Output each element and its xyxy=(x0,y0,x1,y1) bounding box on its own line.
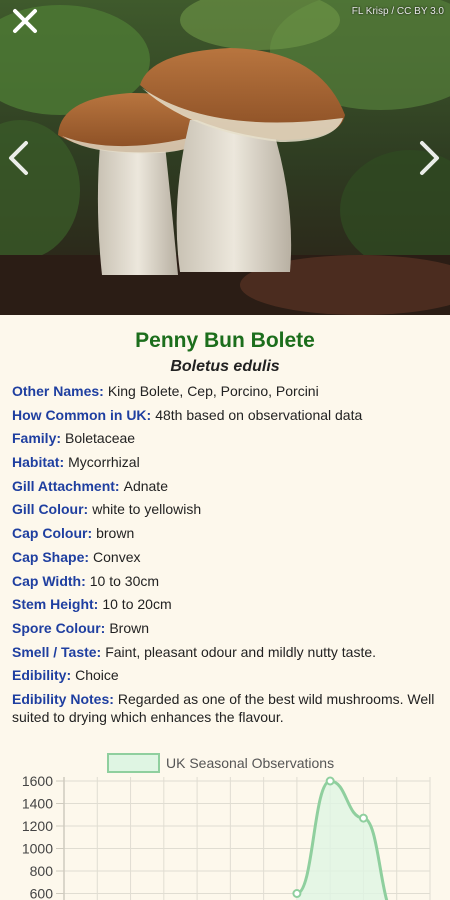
data-point[interactable] xyxy=(358,813,368,823)
detail-label: Cap Width: xyxy=(12,572,86,589)
detail-value: Adnate xyxy=(123,477,168,494)
previous-photo-button[interactable] xyxy=(6,140,30,176)
detail-value: Convex xyxy=(93,548,141,565)
mushroom-photo-image xyxy=(0,0,450,315)
detail-label: Cap Shape: xyxy=(12,548,90,565)
legend-swatch[interactable] xyxy=(107,753,160,773)
detail-label: Other Names: xyxy=(12,383,104,399)
y-tick-label: 1600 xyxy=(22,773,53,789)
detail-label: Habitat: xyxy=(12,454,65,471)
detail-value: 10 to 20cm xyxy=(102,596,172,613)
y-tick-label: 1000 xyxy=(22,841,53,857)
data-point[interactable] xyxy=(325,776,335,786)
detail-label: Gill Attachment: xyxy=(12,477,120,494)
detail-value: brown xyxy=(96,525,135,542)
details-list: Other Names: King Bolete, Cep, Porcino, P… xyxy=(0,382,450,726)
detail-row: Gill Colour: white to yellowish xyxy=(12,500,438,518)
detail-row: Edibility: Choice xyxy=(12,666,438,684)
close-button[interactable] xyxy=(10,6,40,36)
chart-svg: UK Seasonal Observations 1600 1400 1200 1000… xyxy=(22,753,431,900)
detail-value: King Bolete, Cep, Porcino, Porcini xyxy=(107,383,319,399)
detail-value: 10 to 30cm xyxy=(89,572,160,589)
species-details-panel: Penny Bun Bolete Boletus edulis Other Na… xyxy=(0,315,450,726)
detail-value: Boletaceae xyxy=(65,430,136,447)
detail-row: Family: Boletaceae xyxy=(12,429,438,447)
close-icon xyxy=(13,9,37,33)
chevron-right-icon xyxy=(420,141,439,175)
detail-label: Edibility Notes: xyxy=(12,690,114,707)
detail-row: Cap Colour: brown xyxy=(12,524,438,542)
detail-label: Family: xyxy=(12,430,62,447)
y-tick-label: 600 xyxy=(30,886,54,900)
y-tick-label: 1200 xyxy=(22,818,53,834)
legend-label: UK Seasonal Observations xyxy=(166,755,334,771)
seasonal-observations-chart: UK Seasonal Observations 1600 1400 1200 1000… xyxy=(0,745,450,900)
photo-credit: FL Krisp / CC BY 3.0 xyxy=(351,6,444,17)
detail-row: Gill Attachment: Adnate xyxy=(12,477,438,495)
detail-label: Spore Colour: xyxy=(12,619,106,636)
detail-row: Cap Width: 10 to 30cm xyxy=(12,572,438,590)
detail-value: Mycorrhizal xyxy=(68,454,140,471)
detail-value: Choice xyxy=(75,667,119,684)
detail-label: How Common in UK: xyxy=(12,406,152,423)
detail-row: Smell / Taste: Faint, pleasant odour and … xyxy=(12,643,438,661)
species-photo: FL Krisp / CC BY 3.0 xyxy=(0,0,450,315)
chevron-left-icon xyxy=(9,141,28,175)
detail-row: Edibility Notes: Regarded as one of the b… xyxy=(12,690,438,726)
detail-row: How Common in UK: 48th based on observati… xyxy=(12,406,438,424)
y-tick-label: 1400 xyxy=(22,796,53,812)
detail-value: Brown xyxy=(109,619,150,636)
detail-row: Cap Shape: Convex xyxy=(12,548,438,566)
detail-label: Edibility: xyxy=(12,667,72,684)
data-point[interactable] xyxy=(292,889,302,898)
detail-row: Other Names: King Bolete, Cep, Porcino, P… xyxy=(12,382,438,400)
detail-label: Cap Colour: xyxy=(12,525,93,542)
detail-value: 48th based on observational data xyxy=(155,406,363,423)
detail-value: white to yellowish xyxy=(92,501,202,518)
detail-row: Stem Height: 10 to 20cm xyxy=(12,595,438,613)
detail-label: Smell / Taste: xyxy=(12,643,102,660)
next-photo-button[interactable] xyxy=(418,140,442,176)
detail-value: Faint, pleasant odour and mildly nutty t… xyxy=(105,643,377,660)
latin-name-subtitle: Boletus edulis xyxy=(170,358,280,375)
common-name-title: Penny Bun Bolete xyxy=(135,329,315,352)
detail-row: Habitat: Mycorrhizal xyxy=(12,453,438,471)
y-tick-label: 800 xyxy=(30,863,54,879)
detail-label: Stem Height: xyxy=(12,596,99,613)
detail-label: Gill Colour: xyxy=(12,501,89,518)
detail-row: Spore Colour: Brown xyxy=(12,619,438,637)
